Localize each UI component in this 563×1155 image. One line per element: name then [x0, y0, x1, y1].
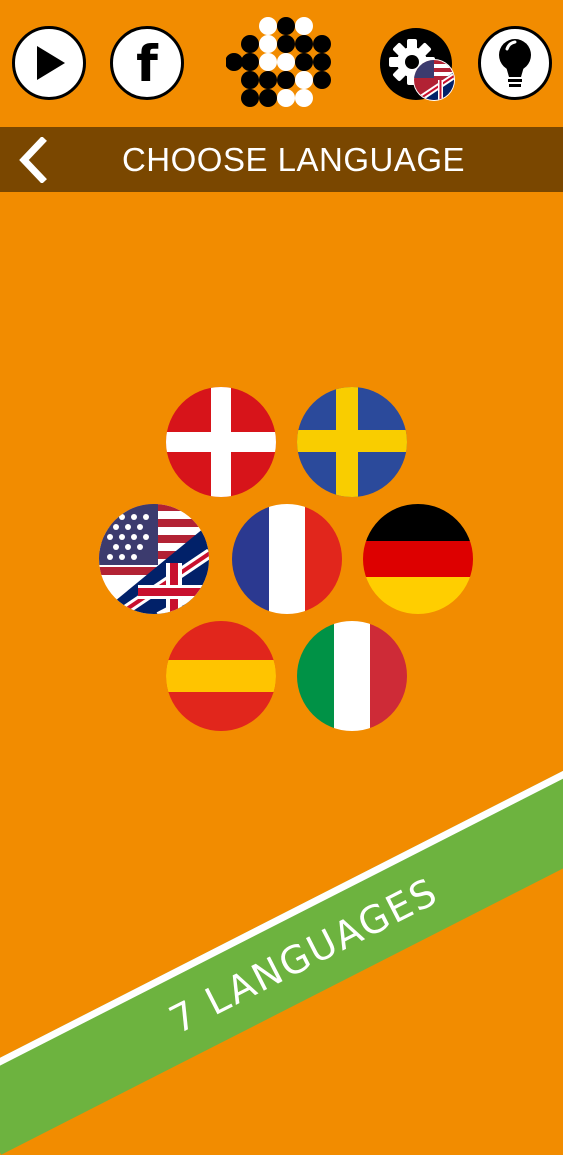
top-bar: f	[0, 0, 563, 127]
play-icon	[37, 46, 65, 80]
header-bar: CHOOSE LANGUAGE	[0, 127, 563, 192]
flag-usa-uk[interactable]	[98, 503, 210, 615]
page-title: CHOOSE LANGUAGE	[121, 140, 466, 178]
languages-banner-text: 7 LANGUAGES	[162, 869, 446, 1043]
facebook-button[interactable]: f	[110, 26, 184, 100]
flag-spain[interactable]	[165, 620, 277, 732]
flag-sweden[interactable]	[296, 386, 408, 498]
hint-button[interactable]	[478, 26, 552, 100]
dots-logo	[225, 14, 338, 114]
languages-banner: 7 LANGUAGES	[0, 732, 563, 1155]
flag-germany[interactable]	[362, 503, 474, 615]
flag-denmark[interactable]	[165, 386, 277, 498]
gear-icon	[380, 28, 455, 101]
play-button[interactable]	[12, 26, 86, 100]
flag-france[interactable]	[231, 503, 343, 615]
lightbulb-icon	[499, 39, 531, 87]
flag-italy[interactable]	[296, 620, 408, 732]
settings-button[interactable]	[378, 26, 458, 106]
facebook-icon: f	[136, 35, 158, 93]
